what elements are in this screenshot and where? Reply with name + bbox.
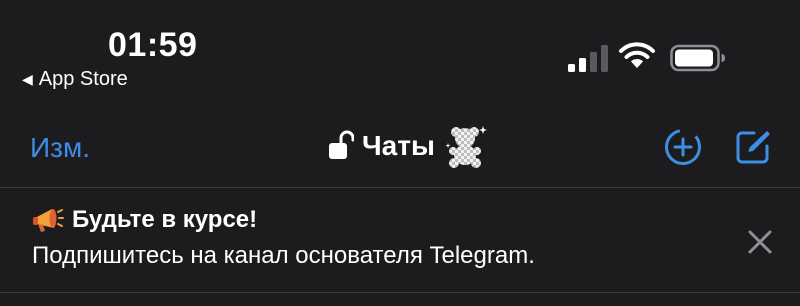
wifi-icon [619, 42, 655, 68]
lock-open-icon[interactable] [328, 130, 354, 162]
title-group: Чаты [328, 124, 489, 168]
add-circle-icon[interactable] [664, 128, 702, 166]
banner-divider [0, 292, 800, 293]
compose-icon[interactable] [734, 128, 772, 166]
banner-title: Будьте в курсе! [72, 206, 258, 233]
back-arrow-icon: ◀ [22, 71, 33, 87]
page-title: Чаты [362, 130, 435, 161]
status-time: 01:59 [108, 26, 198, 64]
suggestion-banner[interactable]: Будьте в курсе! Подпишитесь на канал осн… [0, 188, 800, 292]
back-app-label: App Store [38, 68, 128, 90]
signal-icon [568, 45, 608, 72]
megaphone-icon [33, 209, 64, 232]
banner-title-row: Будьте в курсе! [32, 206, 257, 234]
bear-emoji-icon[interactable] [443, 123, 489, 169]
banner-text: Подпишитесь на канал основателя Telegram… [32, 242, 535, 269]
battery-icon [670, 44, 725, 72]
back-to-app-link[interactable]: ◀ App Store [22, 68, 128, 91]
status-bar: 01:59 ◀ App Store [0, 0, 800, 100]
edit-button[interactable]: Изм. [30, 132, 90, 164]
close-icon[interactable] [744, 226, 776, 258]
nav-bar: Изм. Чаты [0, 100, 800, 188]
